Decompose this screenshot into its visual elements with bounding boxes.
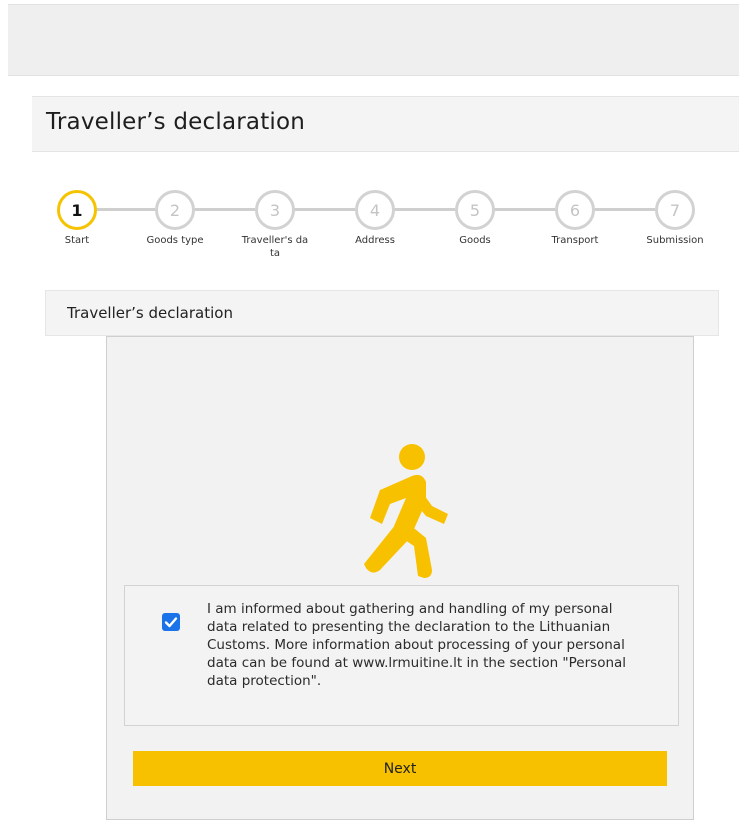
consent-box: I am informed about gathering and handli…	[124, 585, 679, 726]
step-2-circle[interactable]: 2	[155, 190, 195, 230]
step-connector	[93, 208, 155, 211]
step-connector	[593, 208, 655, 211]
page-title: Traveller’s declaration	[46, 109, 306, 135]
step-1-circle[interactable]: 1	[57, 190, 97, 230]
step-6-circle[interactable]: 6	[555, 190, 595, 230]
step-number: 2	[169, 200, 181, 220]
top-bar	[8, 4, 739, 76]
step-7-label: Submission	[646, 235, 704, 246]
step-4-circle[interactable]: 4	[355, 190, 395, 230]
declaration-card: I am informed about gathering and handli…	[106, 336, 694, 820]
next-button[interactable]: Next	[133, 751, 667, 786]
step-connector	[393, 208, 455, 211]
step-number: 5	[469, 200, 481, 220]
step-3-circle[interactable]: 3	[255, 190, 295, 230]
checkmark-icon	[164, 617, 178, 628]
step-5-label: Goods	[459, 235, 491, 246]
step-connector	[293, 208, 355, 211]
step-connector	[193, 208, 255, 211]
step-4-label: Address	[355, 235, 395, 246]
step-number: 7	[669, 200, 681, 220]
section-title: Traveller’s declaration	[67, 304, 233, 322]
step-number: 3	[269, 200, 281, 220]
step-connector	[493, 208, 555, 211]
step-6-label: Transport	[551, 235, 599, 246]
step-number: 4	[369, 200, 381, 220]
step-number: 1	[71, 200, 83, 220]
consent-text: I am informed about gathering and handli…	[207, 601, 627, 689]
step-3-label: Traveller's data	[241, 235, 309, 259]
consent-checkbox[interactable]	[162, 613, 180, 631]
step-2-label: Goods type	[146, 235, 204, 246]
step-5-circle[interactable]: 5	[455, 190, 495, 230]
section-header: Traveller’s declaration	[45, 290, 719, 336]
walking-person-icon	[364, 444, 448, 578]
title-bar: Traveller’s declaration	[32, 96, 739, 152]
step-1-label: Start	[64, 235, 90, 246]
step-7-circle[interactable]: 7	[655, 190, 695, 230]
stepper: 1 Start 2 Goods type 3 Traveller's data …	[0, 186, 739, 276]
step-number: 6	[569, 200, 581, 220]
